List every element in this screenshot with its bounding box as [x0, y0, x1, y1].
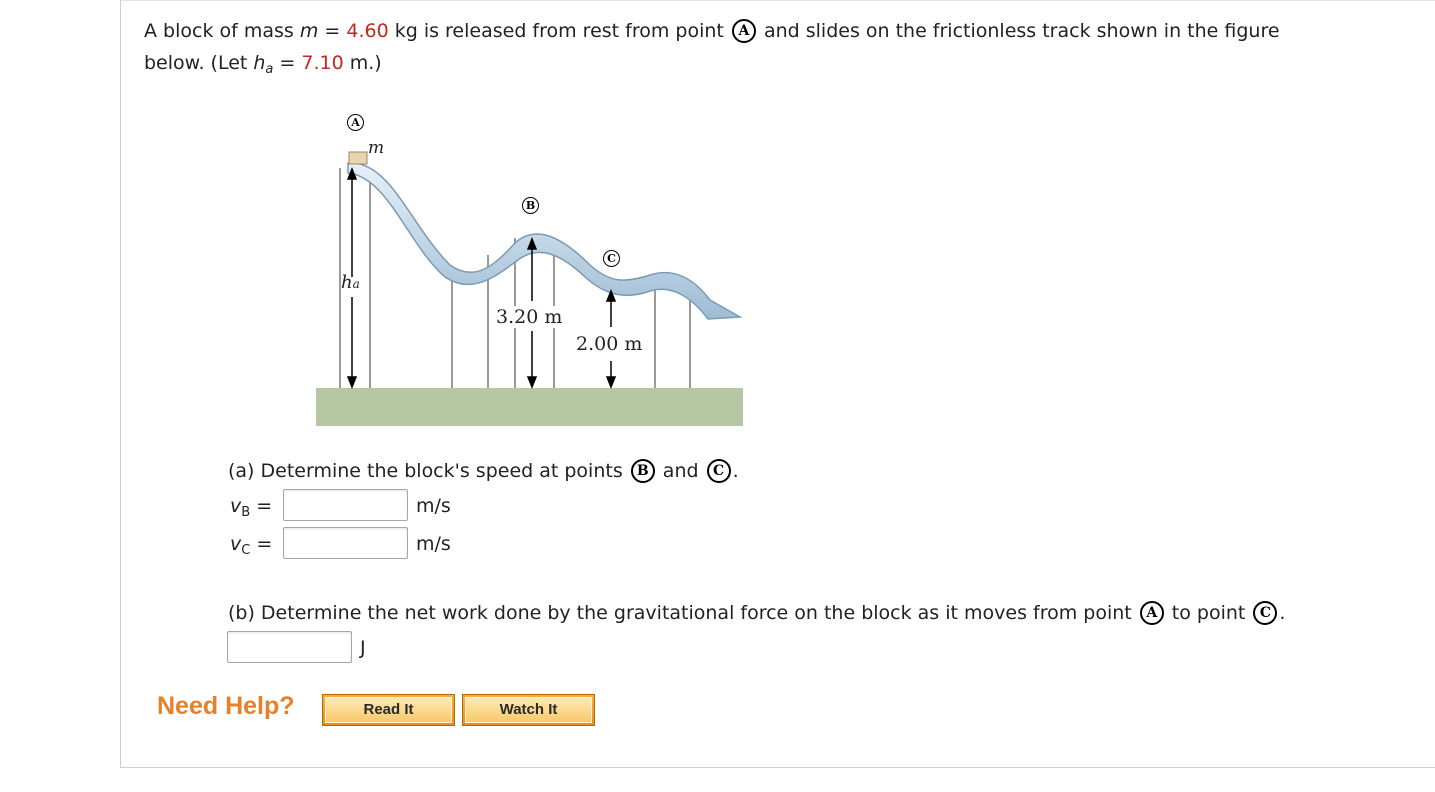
problem-text: A block of mass — [144, 20, 300, 42]
equals-sign: = — [250, 533, 273, 555]
vc-subscript: C — [241, 543, 251, 558]
part-a-text: and — [656, 460, 705, 482]
problem-line-1: A block of mass m = 4.60 kg is released … — [144, 19, 1280, 43]
equals-sign: = — [318, 20, 347, 42]
problem-text: kg is released from rest from point — [388, 20, 730, 42]
point-c-icon: C — [1253, 601, 1278, 625]
block — [348, 151, 368, 165]
problem-text: below. (Let — [144, 52, 254, 74]
vc-symbol: v — [230, 533, 242, 555]
watch-it-button[interactable]: Watch It — [462, 694, 595, 726]
mass-symbol: m — [299, 20, 319, 42]
need-help-label: Need Help? — [157, 692, 295, 720]
figure-height-b-label: 3.20 m — [494, 306, 565, 328]
vc-input[interactable] — [283, 527, 408, 559]
part-b-text: (b) Determine the net work done by the g… — [228, 602, 1138, 624]
problem-text: and slides on the frictionless track sho… — [757, 20, 1280, 42]
figure-ha-subscript: a — [352, 277, 360, 291]
watch-it-label: Watch It — [465, 697, 592, 723]
point-a-icon: A — [1139, 601, 1164, 625]
point-a-label-icon: A — [347, 114, 364, 131]
vb-input[interactable] — [283, 489, 408, 521]
part-b-text: . — [1279, 602, 1286, 624]
point-c-icon: C — [706, 459, 731, 483]
point-c-label-icon: C — [603, 250, 620, 267]
vc-label: vC = — [230, 532, 272, 563]
equals-sign: = — [250, 495, 273, 517]
part-a-text: . — [732, 460, 739, 482]
read-it-button[interactable]: Read It — [322, 694, 455, 726]
part-a-question: (a) Determine the block's speed at point… — [228, 459, 739, 483]
problem-text: m.) — [343, 52, 382, 74]
figure-ha-label: ha — [341, 272, 360, 293]
part-b-question: (b) Determine the net work done by the g… — [228, 601, 1285, 625]
height-value: 7.10 — [301, 52, 344, 74]
equals-sign: = — [273, 52, 302, 74]
part-b-text: to point — [1165, 602, 1252, 624]
mass-value: 4.60 — [346, 20, 389, 42]
figure-mass-label: m — [368, 138, 385, 158]
work-unit: J — [360, 637, 366, 659]
point-a-icon: A — [731, 19, 756, 43]
height-symbol: h — [253, 52, 266, 74]
vb-subscript: B — [241, 505, 251, 520]
read-it-label: Read It — [325, 697, 452, 723]
vb-unit: m/s — [416, 495, 451, 517]
problem-line-2: below. (Let ha = 7.10 m.) — [144, 51, 382, 82]
part-a-text: (a) Determine the block's speed at point… — [228, 460, 629, 482]
ground — [316, 388, 743, 426]
figure-height-c-label: 2.00 m — [574, 333, 645, 355]
vb-symbol: v — [230, 495, 242, 517]
point-b-icon: B — [630, 459, 655, 483]
figure-ha-symbol: h — [341, 272, 353, 293]
track — [347, 162, 743, 320]
work-input[interactable] — [227, 631, 352, 663]
vb-label: vB = — [230, 494, 272, 525]
vc-unit: m/s — [416, 533, 451, 555]
point-b-label-icon: B — [522, 197, 539, 214]
